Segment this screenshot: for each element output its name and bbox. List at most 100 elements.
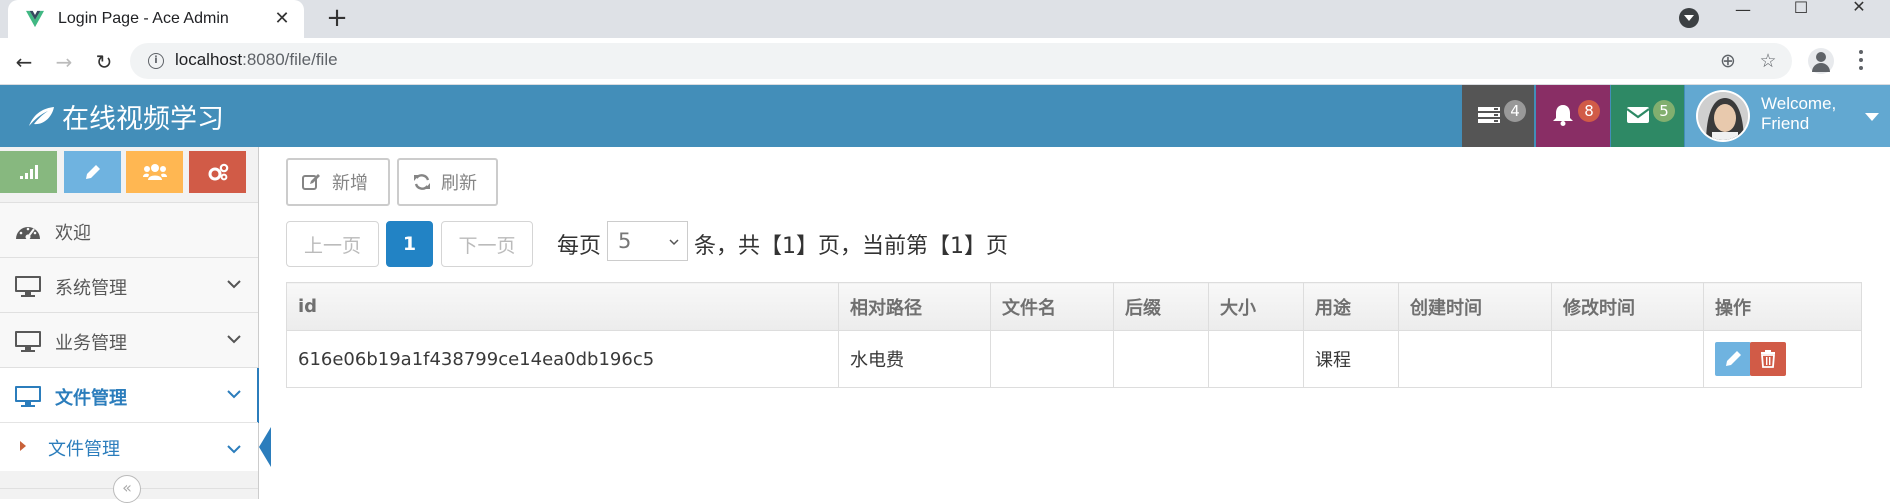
- cell-size: [1208, 330, 1304, 388]
- tab-title: Login Page - Ace Admin: [58, 10, 229, 27]
- sidebar: 欢迎 系统管理 业务管理 文件管理 文件管理 «: [0, 147, 271, 503]
- cell-modified: [1551, 330, 1704, 388]
- shortcut-users[interactable]: [126, 151, 183, 193]
- bell-icon: [1553, 105, 1573, 126]
- url-text: localhost:8080/file/file: [175, 50, 338, 69]
- envelope-icon: [1626, 107, 1650, 123]
- minimize-icon[interactable]: —: [1720, 0, 1766, 22]
- trash-icon: [1761, 350, 1775, 368]
- table-header-row: id 相对路径 文件名 后缀 大小 用途 创建时间 修改时间 操作: [286, 282, 1862, 331]
- chevron-down-icon: [669, 239, 679, 246]
- forward-icon[interactable]: →: [49, 47, 79, 77]
- cell-path: 水电费: [838, 330, 991, 388]
- sidebar-item-label: 业务管理: [55, 333, 127, 354]
- sidebar-subitem-files[interactable]: 文件管理: [0, 422, 271, 471]
- per-page-label: 每页: [557, 234, 602, 259]
- close-window-icon[interactable]: ✕: [1836, 0, 1882, 19]
- address-bar[interactable]: i localhost:8080/file/file ⊕ ☆: [130, 43, 1792, 79]
- prev-page-button[interactable]: 上一页: [286, 221, 379, 267]
- col-header-use[interactable]: 用途: [1303, 282, 1399, 331]
- file-table: id 相对路径 文件名 后缀 大小 用途 创建时间 修改时间 操作 616e06…: [286, 282, 1862, 388]
- notifications-badge: 8: [1578, 100, 1600, 122]
- sidebar-item-label: 欢迎: [55, 223, 91, 244]
- back-icon[interactable]: ←: [9, 47, 39, 77]
- page-size-select[interactable]: 5: [607, 221, 688, 261]
- dashboard-icon: [16, 227, 40, 240]
- browser-menu-icon[interactable]: [1858, 50, 1864, 72]
- zoom-icon[interactable]: ⊕: [1717, 50, 1739, 72]
- sidebar-item-files[interactable]: 文件管理: [0, 367, 259, 423]
- refresh-icon: [414, 174, 430, 190]
- add-button-label: 新增: [332, 173, 368, 194]
- chevron-down-icon: [227, 445, 241, 454]
- active-pointer: [247, 427, 271, 467]
- messages-badge: 5: [1653, 100, 1675, 122]
- shortcut-cogs[interactable]: [189, 151, 246, 193]
- users-icon: [142, 164, 167, 180]
- col-header-suffix[interactable]: 后缀: [1113, 282, 1209, 331]
- page-size-value: 5: [618, 229, 632, 253]
- col-header-id[interactable]: id: [286, 282, 839, 331]
- vue-logo-icon: [26, 10, 44, 28]
- bookmark-star-icon[interactable]: ☆: [1757, 50, 1779, 72]
- caret-down-icon: [1865, 113, 1879, 128]
- col-header-filename[interactable]: 文件名: [990, 282, 1114, 331]
- browser-tab[interactable]: Login Page - Ace Admin ✕: [8, 0, 304, 38]
- cell-id: 616e06b19a1f438799ce14ea0db196c5: [286, 330, 839, 388]
- tab-search-icon[interactable]: [1679, 8, 1699, 28]
- user-menu[interactable]: Welcome, Friend: [1685, 85, 1890, 147]
- profile-icon[interactable]: [1808, 48, 1834, 74]
- browser-tabstrip: Login Page - Ace Admin ✕ + — ☐ ✕: [0, 0, 1890, 38]
- site-info-icon[interactable]: i: [148, 53, 164, 69]
- col-header-actions: 操作: [1703, 282, 1862, 331]
- edit-row-button[interactable]: [1715, 342, 1751, 376]
- chevron-down-icon: [227, 390, 241, 399]
- sidebar-item-welcome[interactable]: 欢迎: [0, 202, 258, 257]
- pencil-icon: [85, 165, 100, 179]
- shortcut-pencil[interactable]: [64, 151, 121, 193]
- tasks-icon: [1478, 107, 1500, 123]
- page-summary: 条，共【1】页，当前第【1】页: [694, 234, 1008, 259]
- tasks-badge: 4: [1504, 100, 1526, 122]
- refresh-button-label: 刷新: [441, 173, 477, 194]
- page-1-button[interactable]: 1: [386, 221, 433, 267]
- app-navbar: 在线视频学习 4 8 5 Welcome, Friend: [0, 85, 1890, 147]
- new-tab-button[interactable]: +: [322, 4, 352, 34]
- sidebar-item-system[interactable]: 系统管理: [0, 257, 258, 312]
- brand[interactable]: 在线视频学习: [26, 97, 224, 136]
- leaf-icon: [29, 106, 54, 126]
- shortcut-signal[interactable]: [0, 151, 57, 193]
- messages-menu[interactable]: 5: [1611, 85, 1684, 147]
- tasks-menu[interactable]: 4: [1462, 85, 1534, 147]
- sidebar-item-label: 系统管理: [55, 278, 127, 299]
- col-header-size[interactable]: 大小: [1208, 282, 1304, 331]
- chevron-down-icon: [227, 280, 241, 289]
- desktop-icon: [15, 276, 41, 297]
- col-header-created[interactable]: 创建时间: [1398, 282, 1552, 331]
- add-button[interactable]: 新增: [286, 158, 390, 206]
- edit-icon: [302, 174, 320, 190]
- col-header-path[interactable]: 相对路径: [838, 282, 991, 331]
- cell-use: 课程: [1303, 330, 1399, 388]
- sidebar-shortcuts: [0, 147, 258, 201]
- maximize-icon[interactable]: ☐: [1778, 0, 1824, 20]
- sidebar-item-business[interactable]: 业务管理: [0, 312, 258, 367]
- desktop-icon: [15, 386, 41, 407]
- cell-filename: [990, 330, 1114, 388]
- col-header-modified[interactable]: 修改时间: [1551, 282, 1704, 331]
- pencil-icon: [1726, 351, 1741, 366]
- next-page-button[interactable]: 下一页: [441, 221, 533, 267]
- sidebar-menu: 欢迎 系统管理 业务管理 文件管理 文件管理: [0, 202, 271, 471]
- caret-right-icon: [20, 441, 31, 451]
- browser-toolbar: ← → ↻ i localhost:8080/file/file ⊕ ☆: [0, 38, 1890, 85]
- cell-actions: [1703, 330, 1862, 388]
- refresh-button[interactable]: 刷新: [397, 158, 498, 206]
- desktop-icon: [15, 331, 41, 352]
- avatar: [1696, 90, 1750, 142]
- close-tab-icon[interactable]: ✕: [272, 9, 292, 29]
- cell-created: [1398, 330, 1552, 388]
- delete-row-button[interactable]: [1750, 342, 1786, 376]
- notifications-menu[interactable]: 8: [1536, 85, 1610, 147]
- reload-icon[interactable]: ↻: [89, 47, 119, 77]
- table-row: 616e06b19a1f438799ce14ea0db196c5 水电费 课程: [286, 330, 1862, 388]
